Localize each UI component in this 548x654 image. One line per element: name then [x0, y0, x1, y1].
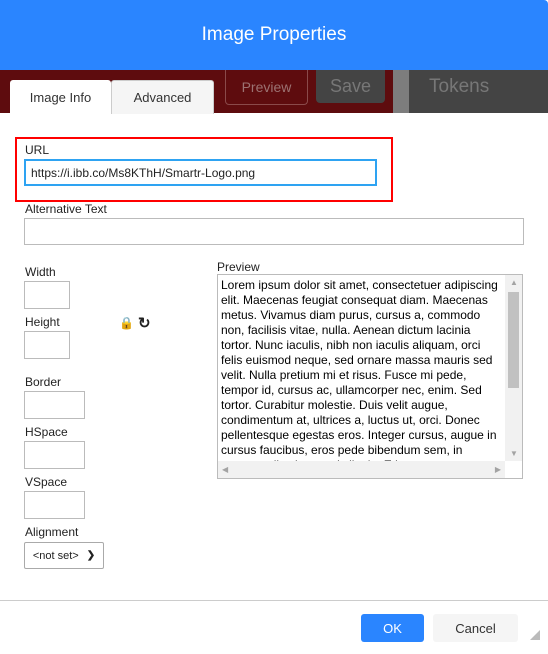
alt-text-input[interactable] — [24, 218, 524, 245]
width-input[interactable] — [24, 281, 70, 309]
alignment-select[interactable]: <not set> ❯ — [24, 542, 104, 569]
chevron-down-icon: ❯ — [86, 550, 96, 561]
hspace-label: HSpace — [25, 425, 68, 439]
border-input[interactable] — [24, 391, 85, 419]
hspace-input[interactable] — [24, 441, 85, 469]
dialog-title: Image Properties — [201, 24, 347, 45]
cancel-button[interactable]: Cancel — [433, 614, 518, 642]
height-label: Height — [25, 315, 60, 329]
dialog-title-bar[interactable]: Image Properties — [0, 0, 548, 70]
vspace-label: VSpace — [25, 475, 68, 489]
vertical-scrollbar[interactable]: ▲ ▼ — [505, 275, 522, 461]
footer-divider — [0, 600, 548, 601]
background-preview-button: Preview — [225, 70, 308, 105]
tab-advanced[interactable]: Advanced — [111, 80, 214, 114]
height-input[interactable] — [24, 331, 70, 359]
preview-pane[interactable]: Lorem ipsum dolor sit amet, consectetuer… — [217, 274, 523, 479]
scroll-down-icon[interactable]: ▼ — [510, 449, 518, 458]
alt-text-label: Alternative Text — [25, 202, 107, 216]
preview-label: Preview — [217, 260, 260, 274]
url-label: URL — [25, 143, 50, 157]
lock-ratio-icon[interactable]: 🔒 — [119, 316, 134, 330]
scroll-up-icon[interactable]: ▲ — [510, 278, 518, 287]
alignment-value: <not set> — [32, 549, 79, 562]
url-input[interactable] — [24, 159, 377, 186]
horizontal-scrollbar[interactable]: ◀ ▶ — [218, 461, 505, 478]
background-tokens-label: Tokens — [429, 76, 490, 97]
vspace-input[interactable] — [24, 491, 85, 519]
alignment-label: Alignment — [25, 525, 79, 539]
background-divider — [393, 70, 409, 113]
tab-image-info[interactable]: Image Info — [10, 80, 111, 114]
reset-size-icon[interactable]: ↻ — [138, 314, 151, 332]
background-save-button: Save — [316, 70, 385, 103]
scroll-right-icon[interactable]: ▶ — [495, 465, 501, 474]
ok-button[interactable]: OK — [361, 614, 424, 642]
border-label: Border — [25, 375, 62, 389]
width-label: Width — [25, 265, 56, 279]
preview-text: Lorem ipsum dolor sit amet, consectetuer… — [221, 278, 498, 461]
resize-handle-icon[interactable] — [530, 630, 540, 640]
scroll-left-icon[interactable]: ◀ — [222, 465, 228, 474]
vertical-scroll-thumb[interactable] — [508, 292, 519, 388]
